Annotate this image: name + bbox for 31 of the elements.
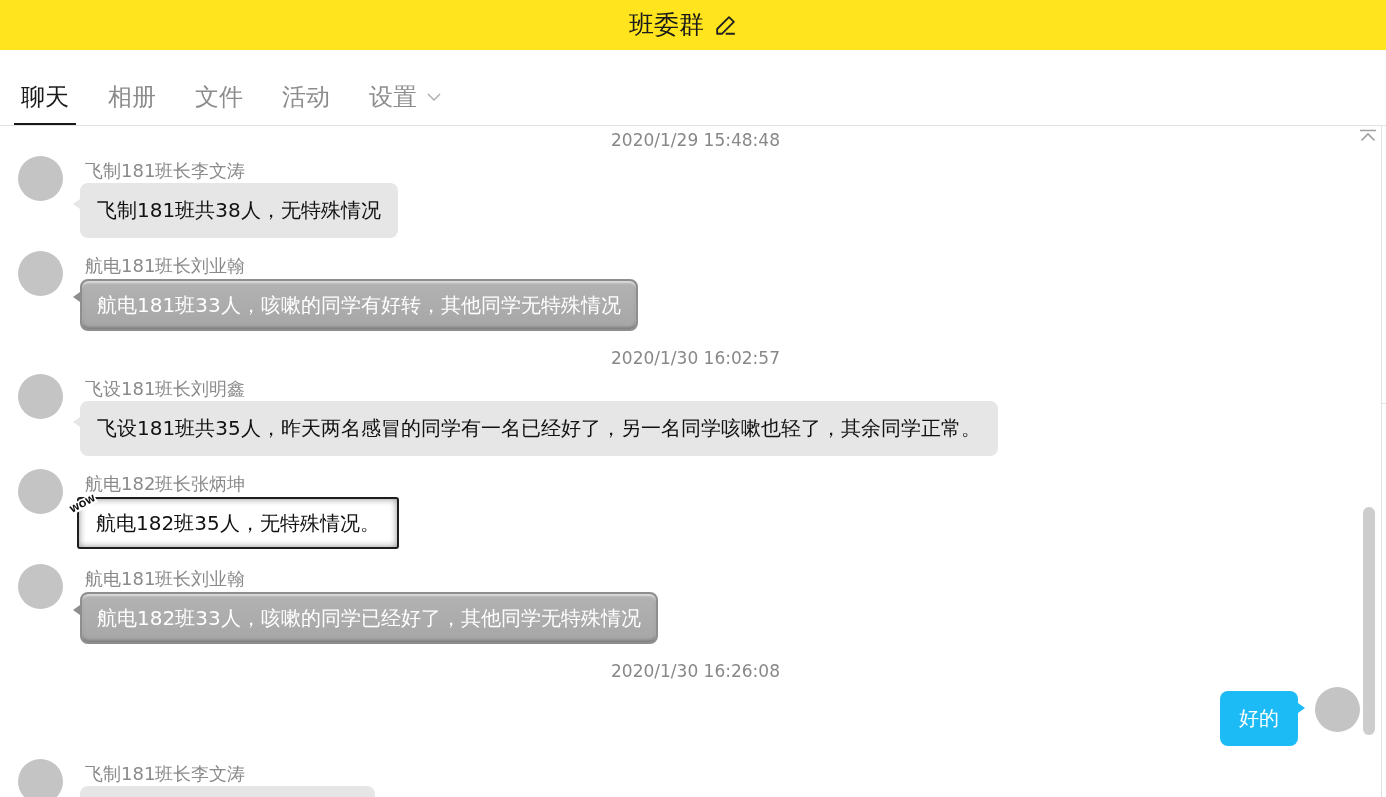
sender-name: 航电181班长刘业翰 — [84, 255, 246, 277]
message-bubble: 航电182班33人，咳嗽的同学已经好了，其他同学无特殊情况 — [80, 592, 658, 644]
pencil-icon[interactable] — [715, 15, 736, 35]
sender-name: 飞制181班长李文涛 — [84, 160, 246, 182]
tab[interactable]: 活动 — [275, 70, 337, 125]
tab[interactable]: 相册 — [101, 70, 163, 125]
timestamp: 2020/1/30 16:26:08 — [610, 661, 780, 681]
sender-name: 飞设181班长刘明鑫 — [84, 378, 246, 400]
scroll-to-top-icon[interactable] — [1359, 129, 1377, 142]
sender-name: 航电181班长刘业翰 — [84, 568, 246, 590]
sender-name: 航电182班长张炳坤 — [84, 473, 246, 494]
avatar — [18, 759, 63, 797]
avatar — [1315, 687, 1360, 732]
avatar — [18, 251, 63, 296]
message-bubble: 飞制181班共38人，无特殊情况 — [80, 183, 398, 238]
timestamp: 2020/1/30 16:02:57 — [610, 348, 780, 368]
timestamp: 2020/1/29 15:48:48 — [610, 130, 780, 150]
tab[interactable]: 聊天 — [14, 70, 76, 125]
avatar — [18, 374, 63, 419]
group-title: 班委群 — [628, 10, 704, 40]
bubble-tail — [1298, 703, 1305, 713]
message-bubble: 好的 — [1220, 691, 1298, 746]
tab[interactable]: 文件 — [188, 70, 250, 125]
message-bubble: 航电181班33人，咳嗽的同学有好转，其他同学无特殊情况 — [80, 279, 638, 331]
sender-name: 飞制181班长李文涛 — [84, 763, 246, 785]
tab[interactable]: 设置 — [362, 70, 448, 125]
avatar — [18, 564, 63, 609]
avatar — [18, 156, 63, 201]
scrollbar-thumb[interactable] — [1363, 507, 1375, 735]
message-bubble: 飞设181班共35人，昨天两名感冒的同学有一名已经好了，另一名同学咳嗽也轻了，其余同学正常。 — [80, 401, 998, 456]
avatar — [18, 469, 63, 514]
